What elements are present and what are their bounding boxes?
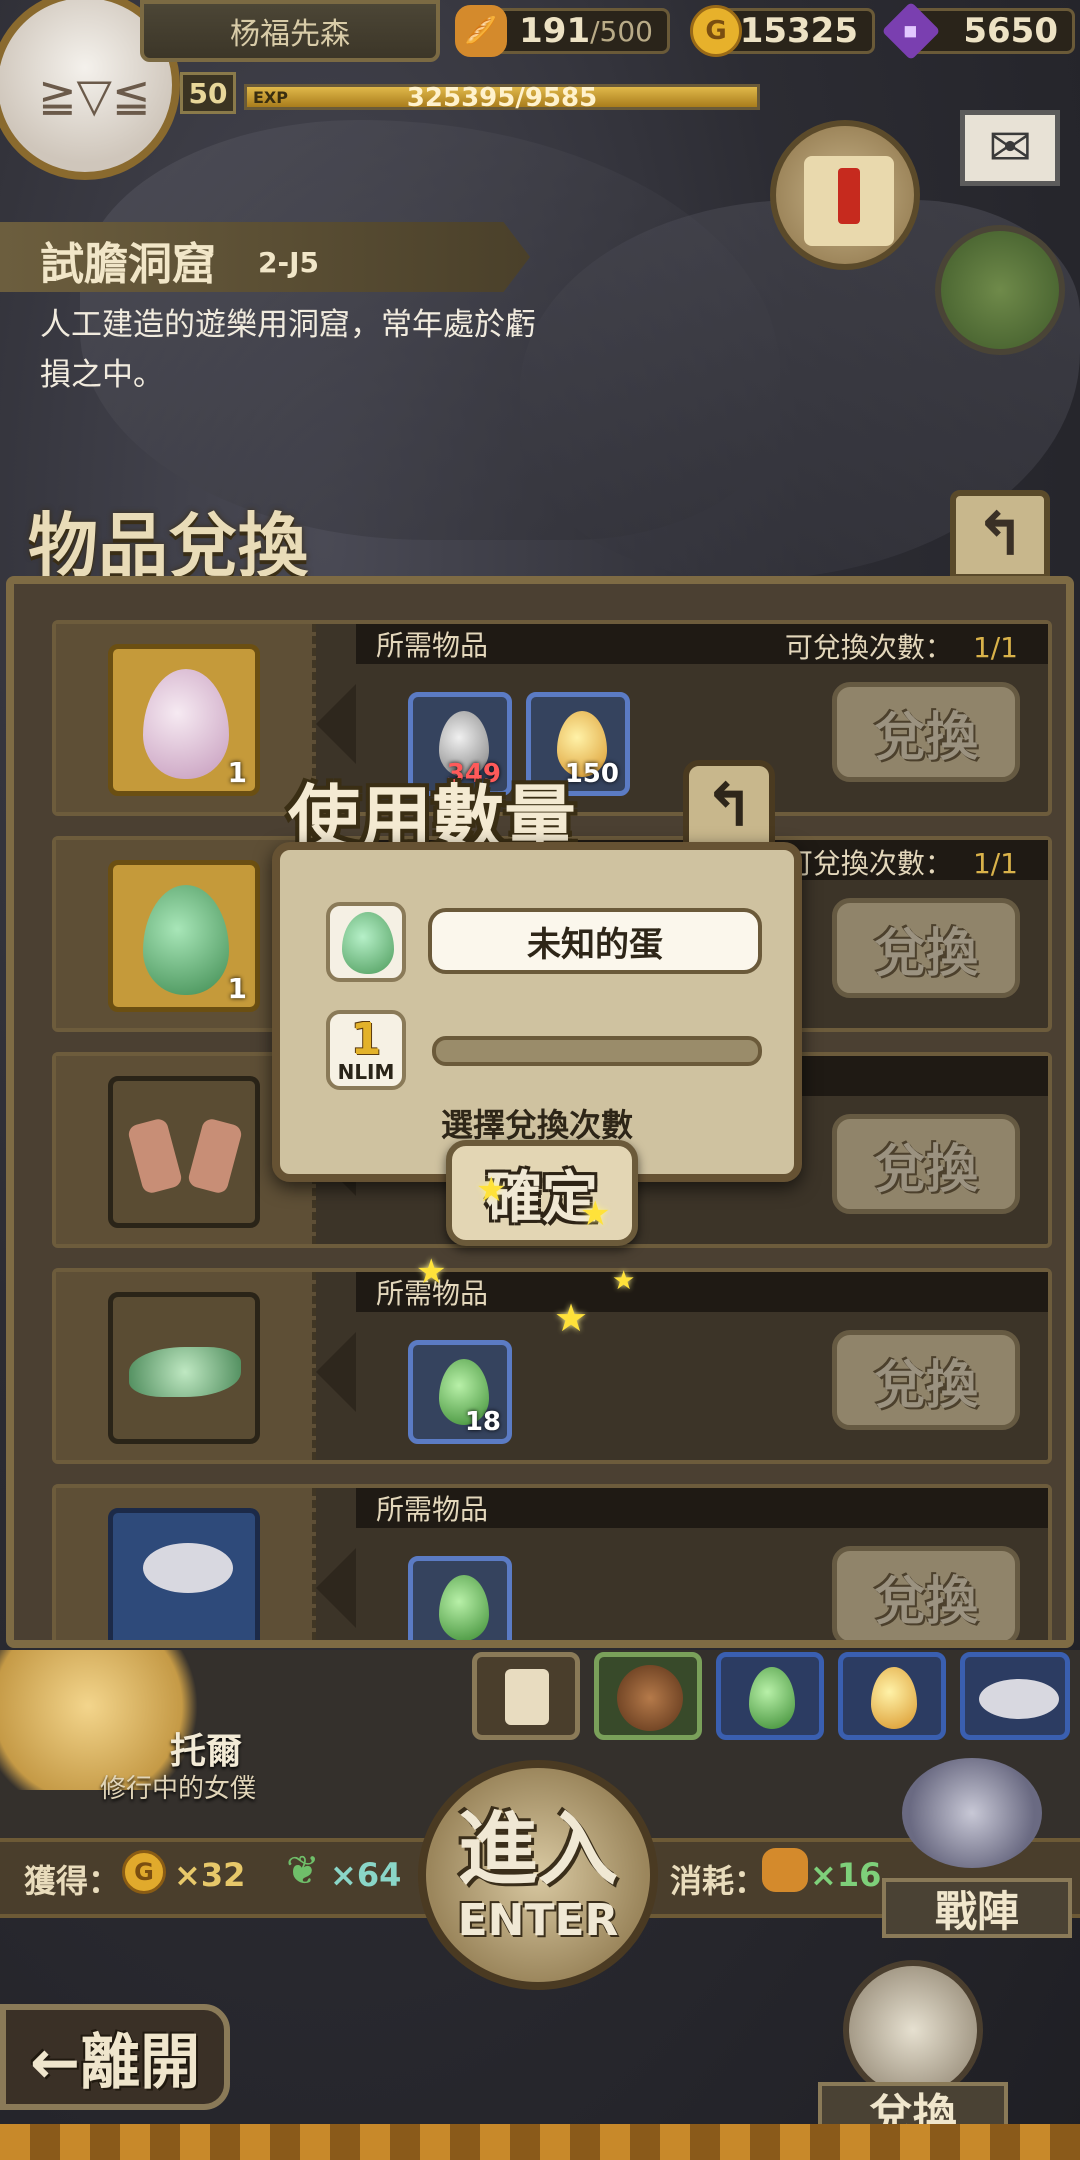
- sparkle-star-icon: ★: [416, 1252, 447, 1292]
- sparkle-star-icon: ★: [476, 1170, 507, 1210]
- quantity-slider[interactable]: [432, 1036, 762, 1066]
- quantity-dialog: 未知的蛋 1 NLIM 選擇兌換次數: [272, 842, 802, 1182]
- quantity-label: NLIM: [337, 1060, 395, 1084]
- back-arrow-icon: ↰: [703, 771, 755, 841]
- quantity-value: 1: [350, 1014, 382, 1065]
- modal-back-button[interactable]: ↰: [683, 760, 775, 852]
- item-icon-slot: [326, 902, 406, 982]
- sparkle-star-icon: ★: [580, 1194, 611, 1234]
- sparkle-star-icon: ★: [612, 1266, 636, 1296]
- item-name: 未知的蛋: [428, 908, 762, 974]
- sparkle-star-icon: ★: [554, 1296, 589, 1340]
- green-egg-icon: [342, 912, 394, 974]
- quantity-display: 1 NLIM: [326, 1010, 406, 1090]
